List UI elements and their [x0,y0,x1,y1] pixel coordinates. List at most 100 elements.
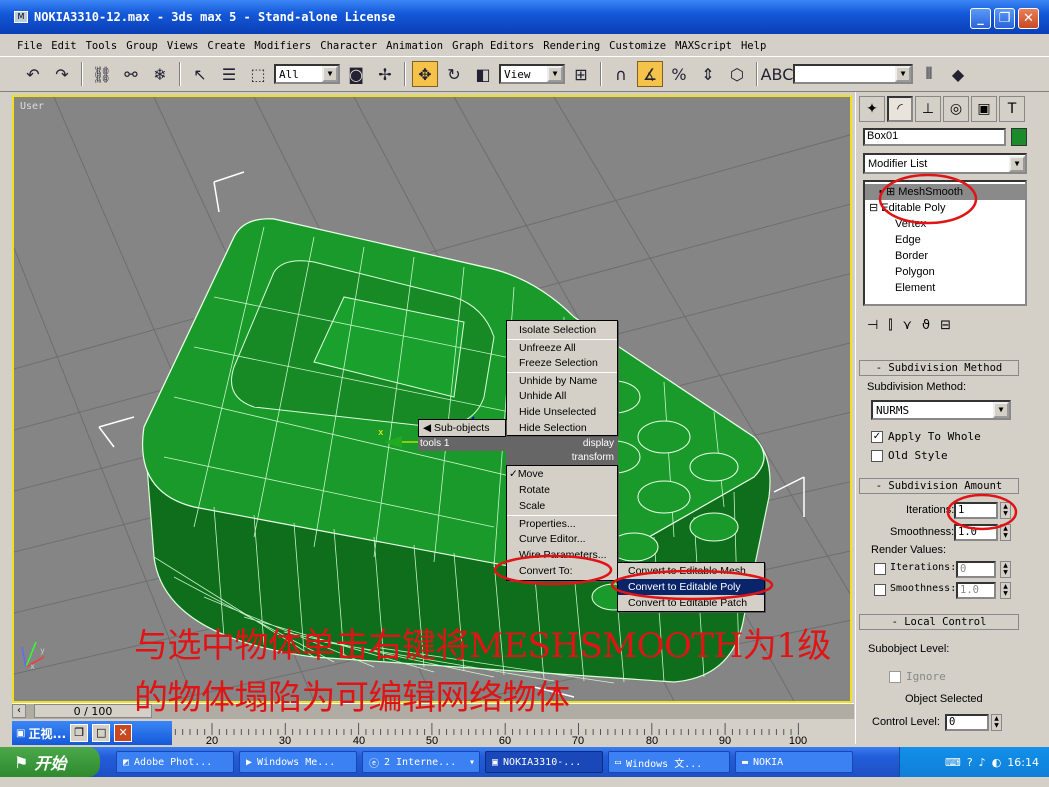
hierarchy-tab-icon[interactable]: ⊥ [915,96,941,122]
object-name-field[interactable]: Box01 [863,128,1006,146]
menu-item-unfreeze-all[interactable]: Unfreeze All [507,339,617,355]
object-color-swatch[interactable] [1011,128,1027,146]
motion-tab-icon[interactable]: ◎ [943,96,969,122]
stack-item-editable-poly[interactable]: ⊟ Editable Poly [865,200,946,216]
close-button[interactable]: ✕ [114,724,133,742]
menu-item-hide-selection[interactable]: Hide Selection [507,420,617,436]
smoothness-spinner-arrows[interactable]: ▲ ▼ [1000,524,1011,541]
restore-button[interactable]: ❐ [70,724,89,742]
menu-item-sub-objects[interactable]: ◀ Sub-objects [419,420,505,436]
menu-edit[interactable]: Edit [51,40,76,52]
show-end-result-icon[interactable]: ⫿ [888,318,892,333]
menu-item-curve-editor[interactable]: Curve Editor... [507,531,617,547]
menu-item-hide-unselected[interactable]: Hide Unselected [507,404,617,420]
stack-item-meshsmooth[interactable]: ▪ ⊞ MeshSmooth [865,184,1025,200]
stack-item-edge[interactable]: Edge [865,232,921,248]
menu-item-scale[interactable]: Scale [507,498,617,514]
chevron-left-icon[interactable]: ‹ [12,704,26,718]
restore-button[interactable]: ❐ [994,8,1015,29]
stack-item-element[interactable]: Element [865,280,935,296]
modify-tab-icon[interactable]: ◜ [887,96,913,122]
angle-snap-icon[interactable]: ∡ [637,61,663,87]
iterations-spinner-arrows[interactable]: ▲ ▼ [1000,502,1011,519]
menu-file[interactable]: File [17,40,42,52]
menu-item-properties[interactable]: Properties... [507,515,617,531]
task-nokia-folder[interactable]: ▬ NOKIA [735,751,853,773]
stack-item-vertex[interactable]: Vertex [865,216,926,232]
undo-icon[interactable]: ↶ [20,61,46,87]
menu-customize[interactable]: Customize [609,40,666,52]
region-select-icon[interactable]: ⬚ [245,61,271,87]
menu-item-freeze-selection[interactable]: Freeze Selection [507,355,617,371]
menu-item-unhide-by-name[interactable]: Unhide by Name [507,372,617,388]
task-adobe-photoshop[interactable]: ◩ Adobe Phot... [116,751,234,773]
task-windows-media[interactable]: ▶ Windows Me... [239,751,357,773]
menu-rendering[interactable]: Rendering [543,40,600,52]
menu-group[interactable]: Group [126,40,158,52]
create-tab-icon[interactable]: ✦ [859,96,885,122]
named-selection-icon[interactable]: ⬡ [724,61,750,87]
menu-item-convert-editable-mesh[interactable]: Convert to Editable Mesh [618,563,764,579]
select-by-name-icon[interactable]: ☰ [216,61,242,87]
task-internet-explorer[interactable]: ⓔ 2 Interne... ▾ [362,751,480,773]
apply-to-whole-checkbox[interactable]: ✓ [871,431,883,443]
task-nokia-max[interactable]: ▣ NOKIA3310-... [485,751,603,773]
rollout-subdivision-amount[interactable]: - Subdivision Amount [859,478,1019,494]
stack-item-border[interactable]: Border [865,248,928,264]
configure-sets-icon[interactable]: ⊟ [940,318,951,333]
input-method-icon[interactable]: ◐ [992,756,1002,769]
select-move-pivot-icon[interactable]: ✢ [372,61,398,87]
iterations-spinner-input[interactable]: 1 [954,502,998,519]
clock[interactable]: 16:14 [1007,756,1039,769]
rollout-subdivision-method[interactable]: - Subdivision Method [859,360,1019,376]
selection-filter-dropdown[interactable]: All ▼ [274,64,340,84]
rollout-local-control[interactable]: - Local Control [859,614,1019,630]
control-level-spinner-arrows[interactable]: ▲ ▼ [991,714,1002,731]
menu-item-convert-to[interactable]: Convert To: [507,563,617,579]
reference-coord-dropdown[interactable]: View ▼ [499,64,565,84]
maximize-button[interactable]: □ [92,724,111,742]
render-iterations-spinner-arrows[interactable]: ▲ ▼ [1000,561,1011,578]
old-style-checkbox[interactable] [871,450,883,462]
control-level-spinner-input[interactable]: 0 [945,714,989,731]
link-icon[interactable]: ⛓ [89,61,115,87]
spinner-snap-icon[interactable]: ⇕ [695,61,721,87]
menu-character[interactable]: Character [320,40,377,52]
pivot-center-icon[interactable]: ⊞ [568,61,594,87]
menu-item-wire-parameters[interactable]: Wire Parameters... [507,547,617,563]
window-titlebar[interactable]: M NOKIA3310-12.max - 3ds max 5 - Stand-a… [0,0,1049,34]
menu-item-convert-editable-poly[interactable]: Convert to Editable Poly [618,579,764,595]
viewport-label[interactable]: User [20,101,44,112]
stack-item-polygon[interactable]: Polygon [865,264,935,280]
smoothness-spinner-input[interactable]: 1.0 [954,524,998,541]
ignore-checkbox[interactable] [889,671,901,683]
make-unique-icon[interactable]: ⋎ [903,318,913,333]
redo-icon[interactable]: ↷ [49,61,75,87]
speaker-icon[interactable]: ♪ [979,756,986,769]
menu-modifiers[interactable]: Modifiers [254,40,311,52]
pin-stack-icon[interactable]: ⊣ [867,318,878,333]
window-crossing-icon[interactable]: ◙ [343,61,369,87]
unlink-icon[interactable]: ⚯ [118,61,144,87]
minimize-button[interactable]: _ [970,8,991,29]
select-and-scale-icon[interactable]: ◧ [470,61,496,87]
menu-help[interactable]: Help [741,40,766,52]
utilities-tab-icon[interactable]: T [999,96,1025,122]
percent-snap-icon[interactable]: % [666,61,692,87]
display-tab-icon[interactable]: ▣ [971,96,997,122]
keyboard-icon[interactable]: ⌨ [945,756,961,769]
minimized-subwindow[interactable]: ▣ 正视... ❐ □ ✕ [12,721,172,745]
render-smoothness-checkbox[interactable] [874,584,886,596]
mirror-icon[interactable]: ⫴ [916,61,942,87]
modifier-list-dropdown[interactable]: Modifier List ▼ [863,153,1027,174]
render-smoothness-spinner-arrows[interactable]: ▲ ▼ [1000,582,1011,599]
select-arrow-icon[interactable]: ↖ [187,61,213,87]
bind-spacewarp-icon[interactable]: ❄ [147,61,173,87]
align-icon[interactable]: ◆ [945,61,971,87]
menu-views[interactable]: Views [167,40,199,52]
start-button[interactable]: ⚑ 开始 [0,747,100,777]
select-and-move-icon[interactable]: ✥ [412,61,438,87]
edit-named-sets-icon[interactable]: ABC [761,61,794,87]
help-icon[interactable]: ? [967,756,973,769]
track-bar[interactable]: 20 30 40 50 60 70 80 90 100 [172,721,854,747]
